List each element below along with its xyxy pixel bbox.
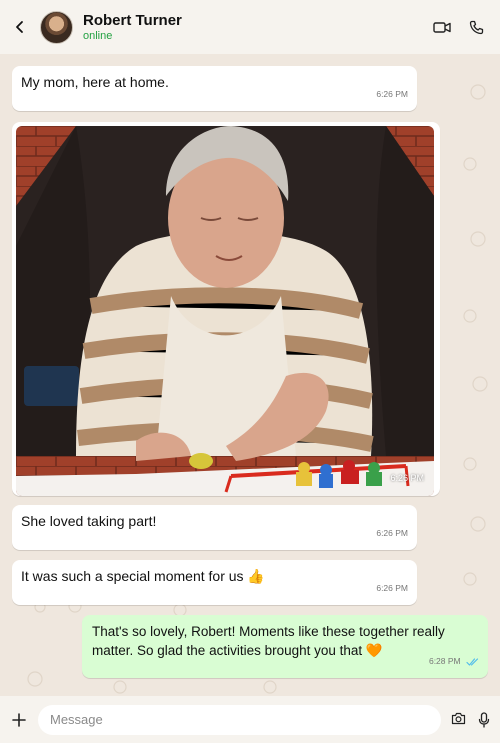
read-receipt-icon	[466, 658, 479, 666]
message-image[interactable]: 6:26 PM	[12, 122, 440, 496]
voice-message-button[interactable]	[478, 711, 490, 728]
voice-call-button[interactable]	[469, 20, 484, 35]
composer-bar: Message	[0, 696, 500, 743]
message-text: It was such a special moment for us 👍	[21, 568, 265, 584]
message-input[interactable]: Message	[38, 704, 441, 735]
avatar[interactable]	[40, 10, 73, 44]
message-text: My mom, here at home.	[21, 74, 169, 90]
contact-status: online	[83, 30, 113, 42]
back-icon[interactable]	[14, 20, 26, 34]
video-call-button[interactable]	[433, 21, 451, 34]
message-time: 6:28 PM	[428, 656, 461, 666]
contact-name: Robert Turner	[83, 12, 182, 29]
message-text: She loved taking part!	[21, 513, 157, 529]
message-time: 6:26 PM	[376, 89, 408, 99]
message-incoming[interactable]: My mom, here at home. 6:26 PM	[12, 66, 417, 111]
phone-icon[interactable]	[469, 20, 484, 35]
contact-info[interactable]: Robert Turner online	[83, 12, 182, 42]
microphone-icon[interactable]	[478, 711, 490, 728]
message-text: That's so lovely, Robert! Moments like t…	[92, 624, 445, 658]
camera-button[interactable]	[451, 712, 466, 728]
camera-icon[interactable]	[451, 712, 466, 725]
back-button[interactable]	[0, 0, 40, 54]
message-input-placeholder: Message	[50, 712, 103, 727]
chat-header: Robert Turner online	[0, 0, 500, 54]
message-time: 6:26 PM	[390, 473, 424, 483]
message-time: 6:26 PM	[376, 583, 408, 593]
message-outgoing[interactable]: That's so lovely, Robert! Moments like t…	[82, 615, 488, 678]
message-time-wrapper: 6:28 PM	[429, 652, 479, 671]
message-incoming[interactable]: It was such a special moment for us 👍 6:…	[12, 560, 417, 605]
attach-button[interactable]	[0, 712, 38, 727]
message-list[interactable]: My mom, here at home. 6:26 PM 6:26 PM Sh…	[0, 54, 500, 696]
message-incoming[interactable]: She loved taking part! 6:26 PM	[12, 505, 417, 550]
photo-image	[16, 126, 434, 496]
plus-icon[interactable]	[12, 712, 26, 727]
video-call-icon[interactable]	[433, 21, 451, 34]
photo[interactable]: 6:26 PM	[16, 126, 434, 496]
message-time: 6:26 PM	[376, 528, 408, 538]
